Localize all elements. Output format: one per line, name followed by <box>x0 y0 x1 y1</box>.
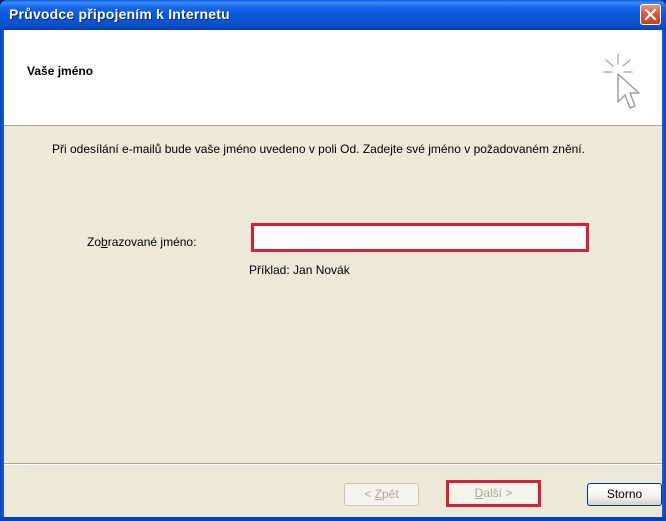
page-title: Vaše jméno <box>27 64 94 78</box>
frame-right <box>662 30 666 521</box>
wizard-cursor-icon <box>603 53 640 109</box>
window-title: Průvodce připojením k Internetu <box>9 6 230 22</box>
title-bar[interactable]: Průvodce připojením k Internetu <box>0 0 666 30</box>
cancel-button[interactable]: Storno <box>587 483 662 506</box>
close-button[interactable] <box>640 4 661 25</box>
description-text: Při odesílání e-mailů bude vaše jméno uv… <box>52 142 585 156</box>
back-button[interactable]: < Zpět <box>344 483 419 506</box>
next-button[interactable]: Další > <box>446 480 541 507</box>
footer-separator <box>4 463 662 465</box>
wizard-header: Vaše jméno <box>4 30 662 126</box>
wizard-window: Průvodce připojením k Internetu Vaše jmé… <box>0 0 666 521</box>
dialog-client: Vaše jméno Při odesílání e-mailů bude va… <box>4 30 662 517</box>
example-text: Příklad: Jan Novák <box>249 263 350 277</box>
close-icon <box>644 8 657 21</box>
display-name-label: Zobrazované jméno: <box>87 235 197 249</box>
frame-bottom <box>0 517 666 521</box>
display-name-input[interactable] <box>251 223 589 252</box>
